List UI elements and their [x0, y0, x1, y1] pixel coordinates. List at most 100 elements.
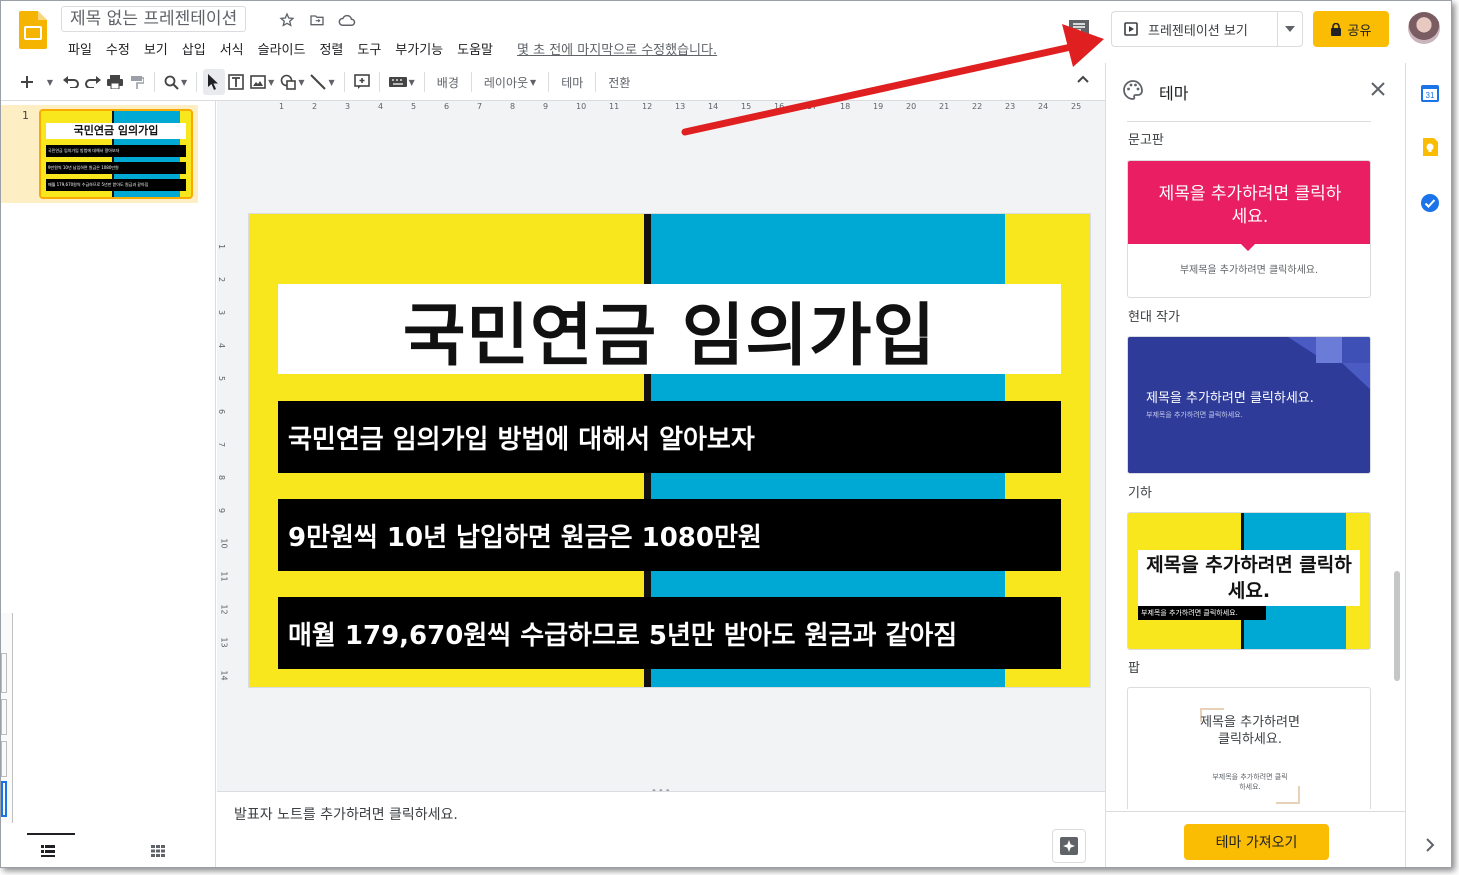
- ruler-tick-label: 3: [345, 102, 351, 111]
- new-slide-dropdown[interactable]: ▼: [38, 69, 60, 95]
- ruler-tick-label: 20: [906, 102, 917, 111]
- ruler-tick-label: 6: [444, 102, 450, 111]
- present-button-label: 프레젠테이션 보기: [1148, 23, 1248, 39]
- slide-1[interactable]: 국민연금 임의가입 국민연금 임의가입 방법에 대해서 알아보자 9만원씩 10…: [248, 213, 1091, 688]
- tasks-icon[interactable]: [1420, 193, 1440, 213]
- slide-thumbnail[interactable]: 국민연금 임의가입 국민연금 임의가입 방법에 대해서 알아보자 9만원씩 10…: [39, 109, 193, 199]
- ruler-tick-label: 12: [219, 604, 229, 615]
- chevron-right-icon[interactable]: [1420, 835, 1440, 855]
- import-theme-button[interactable]: 테마 가져오기: [1184, 824, 1329, 860]
- add-comment-icon: [353, 74, 370, 89]
- theme-card-pop[interactable]: 제목을 추가하려면 클릭하세요. 부제목을 추가하려면 클릭하세요.: [1127, 687, 1371, 809]
- app-header: 제목 없는 프레젠테이션 파일 수정 보기 삽입 서식 슬라이드 정렬 도구 부…: [1, 1, 1451, 63]
- ruler-tick-label: 2: [217, 276, 227, 283]
- menu-insert[interactable]: 삽입: [175, 37, 213, 60]
- menu-addons[interactable]: 부가기능: [388, 37, 450, 60]
- menu-help[interactable]: 도움말: [450, 37, 500, 60]
- layout-button-label: 레이아웃: [483, 75, 529, 90]
- theme-card-modern-writer[interactable]: 제목을 추가하려면 클릭하세요. 부제목을 추가하려면 클릭하세요.: [1127, 336, 1371, 474]
- comment-button[interactable]: [351, 69, 373, 95]
- background-window-edge: [1, 613, 13, 823]
- calendar-icon[interactable]: 31: [1420, 83, 1440, 103]
- move-folder-icon[interactable]: [307, 10, 327, 30]
- redo-button[interactable]: [82, 69, 104, 95]
- lock-icon: [1330, 22, 1341, 36]
- theme-preview-subtitle: 부제목을 추가하려면 클릭하세요.: [1179, 265, 1319, 276]
- ruler-tick-label: 16: [774, 102, 785, 111]
- slide-text-line-1[interactable]: 국민연금 임의가입 방법에 대해서 알아보자: [278, 401, 1061, 473]
- theme-panel-title: 테마: [1159, 84, 1189, 103]
- input-tools-button[interactable]: ▼: [386, 69, 418, 95]
- slide-text-line-2[interactable]: 9만원씩 10년 납입하면 원금은 1080만원: [278, 499, 1061, 571]
- last-edit-link[interactable]: 몇 초 전에 마지막으로 수정했습니다.: [510, 37, 724, 60]
- menu-file[interactable]: 파일: [61, 37, 99, 60]
- theme-preview-title: 제목을 추가하려면 클릭하세요.: [1158, 184, 1342, 227]
- cloud-status-icon[interactable]: [337, 10, 357, 30]
- theme-card-paperback[interactable]: 제목을 추가하려면 클릭하세요. 부제목을 추가하려면 클릭하세요.: [1127, 160, 1371, 298]
- doc-title-input[interactable]: 제목 없는 프레젠테이션: [61, 6, 247, 32]
- theme-preview-title: 제목을 추가하려면 클릭하세요.: [1200, 715, 1300, 747]
- ruler-tick-label: 8: [510, 102, 516, 111]
- transition-button[interactable]: 전환: [602, 69, 636, 95]
- shape-tool[interactable]: ▼: [277, 69, 307, 95]
- theme-button[interactable]: 테마: [555, 69, 589, 95]
- ruler-tick-label: 23: [1005, 102, 1016, 111]
- menu-tools[interactable]: 도구: [350, 37, 388, 60]
- menu-view[interactable]: 보기: [137, 37, 175, 60]
- background-button[interactable]: 배경: [431, 69, 465, 95]
- ruler-tick-label: 1: [217, 243, 227, 250]
- filmstrip-view-icon[interactable]: [41, 845, 55, 857]
- ruler-tick-label: 22: [972, 102, 983, 111]
- select-tool[interactable]: [203, 69, 226, 95]
- comment-history-icon[interactable]: [1067, 18, 1091, 40]
- theme-name-paperback: 문고판: [1128, 133, 1164, 148]
- zoom-icon: [164, 75, 179, 90]
- menu-arrange[interactable]: 정렬: [312, 37, 350, 60]
- menu-slide[interactable]: 슬라이드: [251, 37, 313, 60]
- print-button[interactable]: [104, 69, 126, 95]
- slide-number: 1: [22, 109, 29, 122]
- print-icon: [107, 75, 123, 89]
- collapse-toolbar-icon[interactable]: [1077, 71, 1089, 87]
- text-box-tool[interactable]: [225, 69, 247, 95]
- ruler-tick-label: 24: [1038, 102, 1049, 111]
- menu-format[interactable]: 서식: [213, 37, 251, 60]
- horizontal-ruler: 1 2 3 4 5 6 7 8 9 10 11 12 13 14 15 16 17 18 19 20 21 22 23 24 2…: [249, 102, 1091, 114]
- theme-card-geometric[interactable]: 제목을 추가하려면 클릭하세요. 부제목을 추가하려면 클릭하세요.: [1127, 512, 1371, 650]
- slide-title[interactable]: 국민연금 임의가입: [278, 284, 1061, 376]
- layout-button[interactable]: 레이아웃 ▼: [478, 69, 542, 95]
- theme-list-scrollbar[interactable]: [1394, 571, 1400, 681]
- menu-bar: 파일 수정 보기 삽입 서식 슬라이드 정렬 도구 부가기능 도움말 몇 초 전…: [61, 37, 724, 60]
- paint-format-button[interactable]: [126, 69, 148, 95]
- keep-icon[interactable]: [1420, 137, 1440, 157]
- ruler-tick-label: 2: [312, 102, 318, 111]
- zoom-button[interactable]: ▼: [161, 69, 190, 95]
- ruler-tick-label: 7: [217, 441, 227, 448]
- ruler-tick-label: 6: [217, 408, 227, 415]
- explore-button[interactable]: [1052, 829, 1086, 863]
- cursor-icon: [208, 74, 219, 90]
- present-dropdown-button[interactable]: [1278, 26, 1302, 32]
- grid-view-icon[interactable]: [151, 845, 165, 857]
- star-icon[interactable]: [277, 10, 297, 30]
- speaker-notes[interactable]: 발표자 노트를 추가하려면 클릭하세요.: [217, 791, 1105, 867]
- undo-button[interactable]: [60, 69, 82, 95]
- ruler-tick-label: 15: [741, 102, 752, 111]
- new-slide-button[interactable]: [16, 69, 38, 95]
- thumbnail-title: 국민연금 임의가입: [46, 123, 186, 139]
- close-icon[interactable]: [1371, 80, 1385, 101]
- svg-text:31: 31: [1426, 91, 1435, 100]
- slide-text-line-3[interactable]: 매월 179,670원씩 수급하므로 5년만 받아도 원금과 같아짐: [278, 597, 1061, 669]
- slides-logo-icon[interactable]: [19, 11, 47, 49]
- toolbar: ▼ ▼ ▼ ▼ ▼ ▼ 배경 레이아웃 ▼ 테마 전환: [16, 65, 1104, 99]
- share-button[interactable]: 공유: [1313, 11, 1389, 47]
- theme-preview-subtitle: 부제목을 추가하려면 클릭하세요.: [1138, 606, 1266, 620]
- ruler-tick-label: 13: [219, 637, 229, 648]
- present-button[interactable]: 프레젠테이션 보기: [1111, 11, 1303, 47]
- ruler-tick-label: 3: [217, 309, 227, 316]
- image-tool[interactable]: ▼: [247, 69, 277, 95]
- menu-edit[interactable]: 수정: [99, 37, 137, 60]
- theme-list[interactable]: 문고판 제목을 추가하려면 클릭하세요. 부제목을 추가하려면 클릭하세요. 현…: [1106, 119, 1406, 809]
- line-tool[interactable]: ▼: [307, 69, 337, 95]
- account-avatar[interactable]: [1408, 12, 1440, 44]
